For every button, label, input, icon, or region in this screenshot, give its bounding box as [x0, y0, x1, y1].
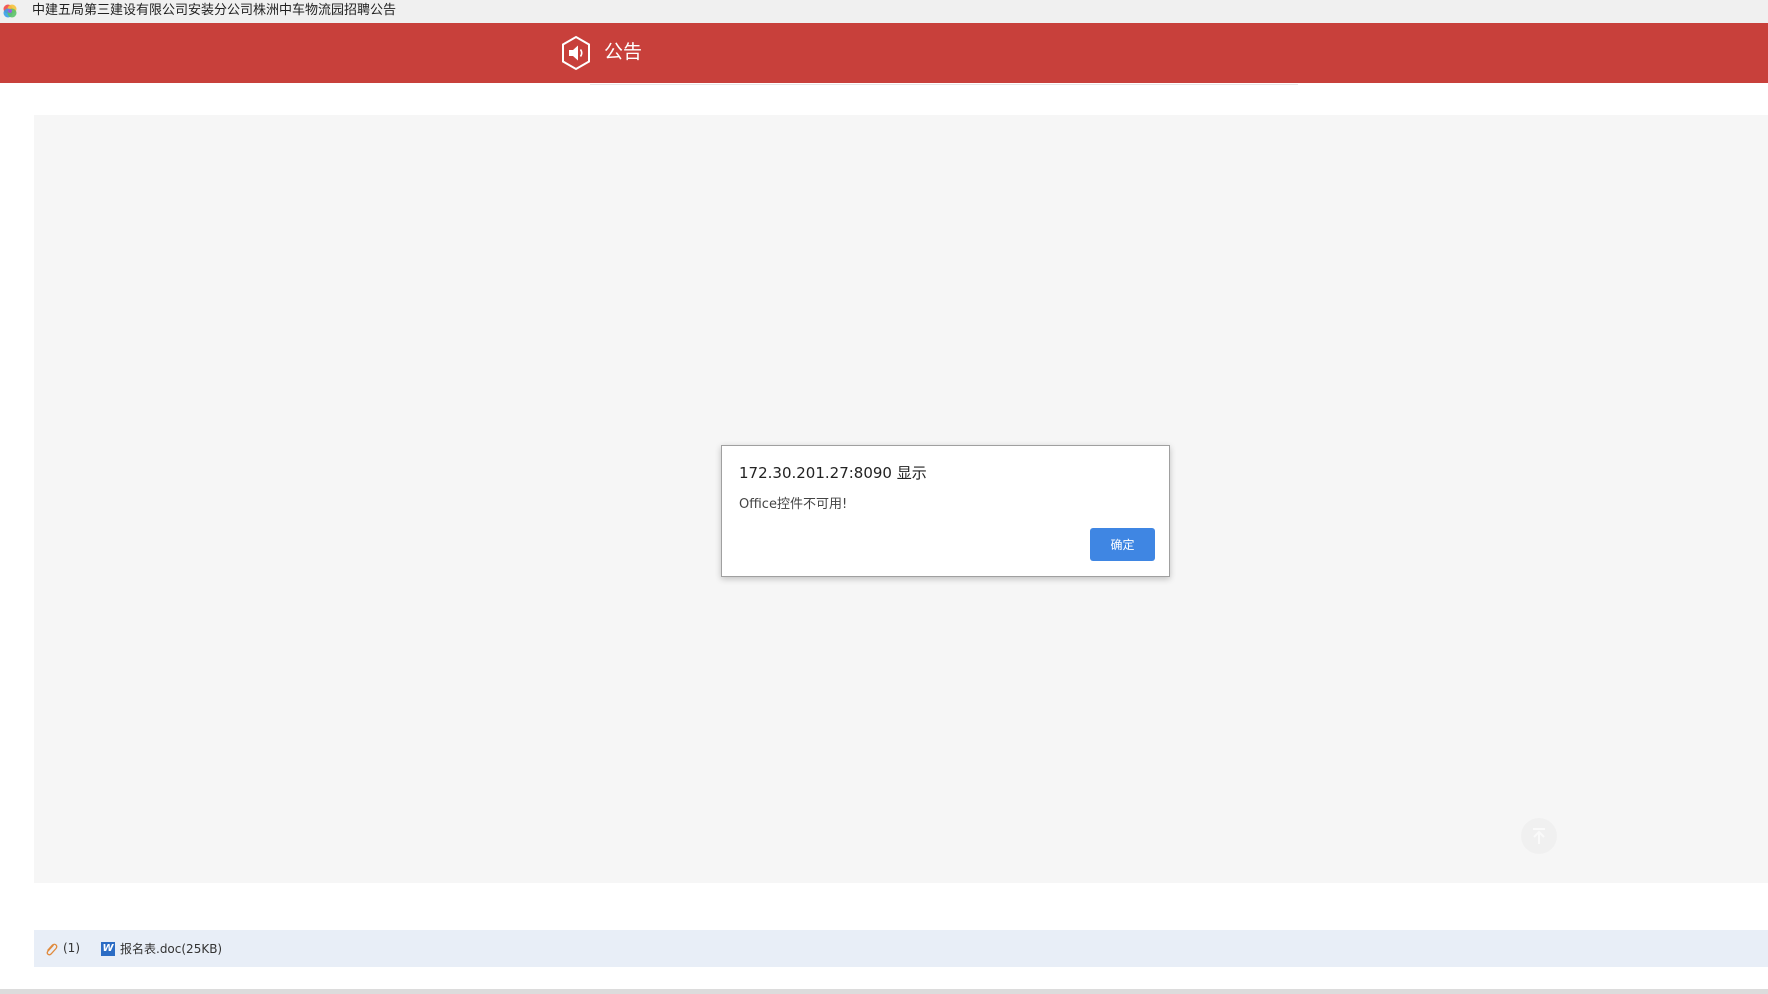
word-doc-icon: W — [101, 942, 115, 956]
page-header: 公告 — [0, 23, 1768, 83]
paperclip-icon — [46, 943, 58, 956]
window-title: 中建五局第三建设有限公司安装分公司株洲中车物流园招聘公告 — [32, 3, 397, 18]
speaker-hexagon-icon — [562, 35, 590, 71]
window-titlebar: 中建五局第三建设有限公司安装分公司株洲中车物流园招聘公告 — [0, 0, 1768, 24]
attachment-bar: (1) W 报名表.doc(25KB) — [34, 930, 1768, 967]
arrow-up-icon — [1533, 828, 1545, 844]
attachment-file-link[interactable]: 报名表.doc(25KB) — [120, 940, 222, 957]
alert-dialog: 172.30.201.27:8090 显示 Office控件不可用! 确定 — [721, 445, 1170, 577]
back-to-top-button[interactable] — [1521, 818, 1557, 854]
horizontal-scrollbar[interactable] — [0, 989, 1768, 994]
colorful-pinwheel-icon — [3, 4, 17, 18]
dialog-title: 172.30.201.27:8090 显示 — [739, 464, 927, 482]
ok-button[interactable]: 确定 — [1090, 528, 1155, 561]
page-title: 公告 — [604, 41, 643, 63]
header-divider — [590, 84, 1298, 85]
attachment-count: (1) — [63, 941, 80, 955]
dialog-message: Office控件不可用! — [739, 497, 848, 512]
